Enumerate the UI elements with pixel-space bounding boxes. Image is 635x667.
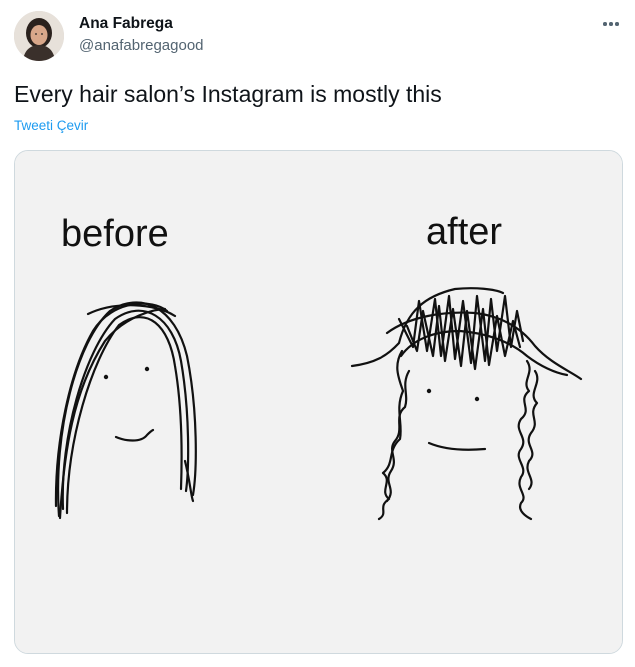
tweet-media[interactable]: before after: [14, 150, 623, 654]
author-name[interactable]: Ana Fabrega: [79, 15, 173, 33]
avatar[interactable]: [14, 11, 64, 61]
more-options-button[interactable]: [598, 14, 624, 34]
before-hair-drawing: [54, 301, 197, 520]
author-handle[interactable]: @anafabregagood: [79, 37, 204, 54]
avatar-image: [14, 11, 64, 61]
translate-link[interactable]: Tweeti Çevir: [14, 118, 88, 133]
after-hair-drawing: [350, 287, 583, 521]
hair-doodle-drawing: [54, 287, 583, 521]
more-dots-icon: [603, 22, 607, 26]
tweet-text: Every hair salon’s Instagram is mostly t…: [14, 81, 442, 107]
